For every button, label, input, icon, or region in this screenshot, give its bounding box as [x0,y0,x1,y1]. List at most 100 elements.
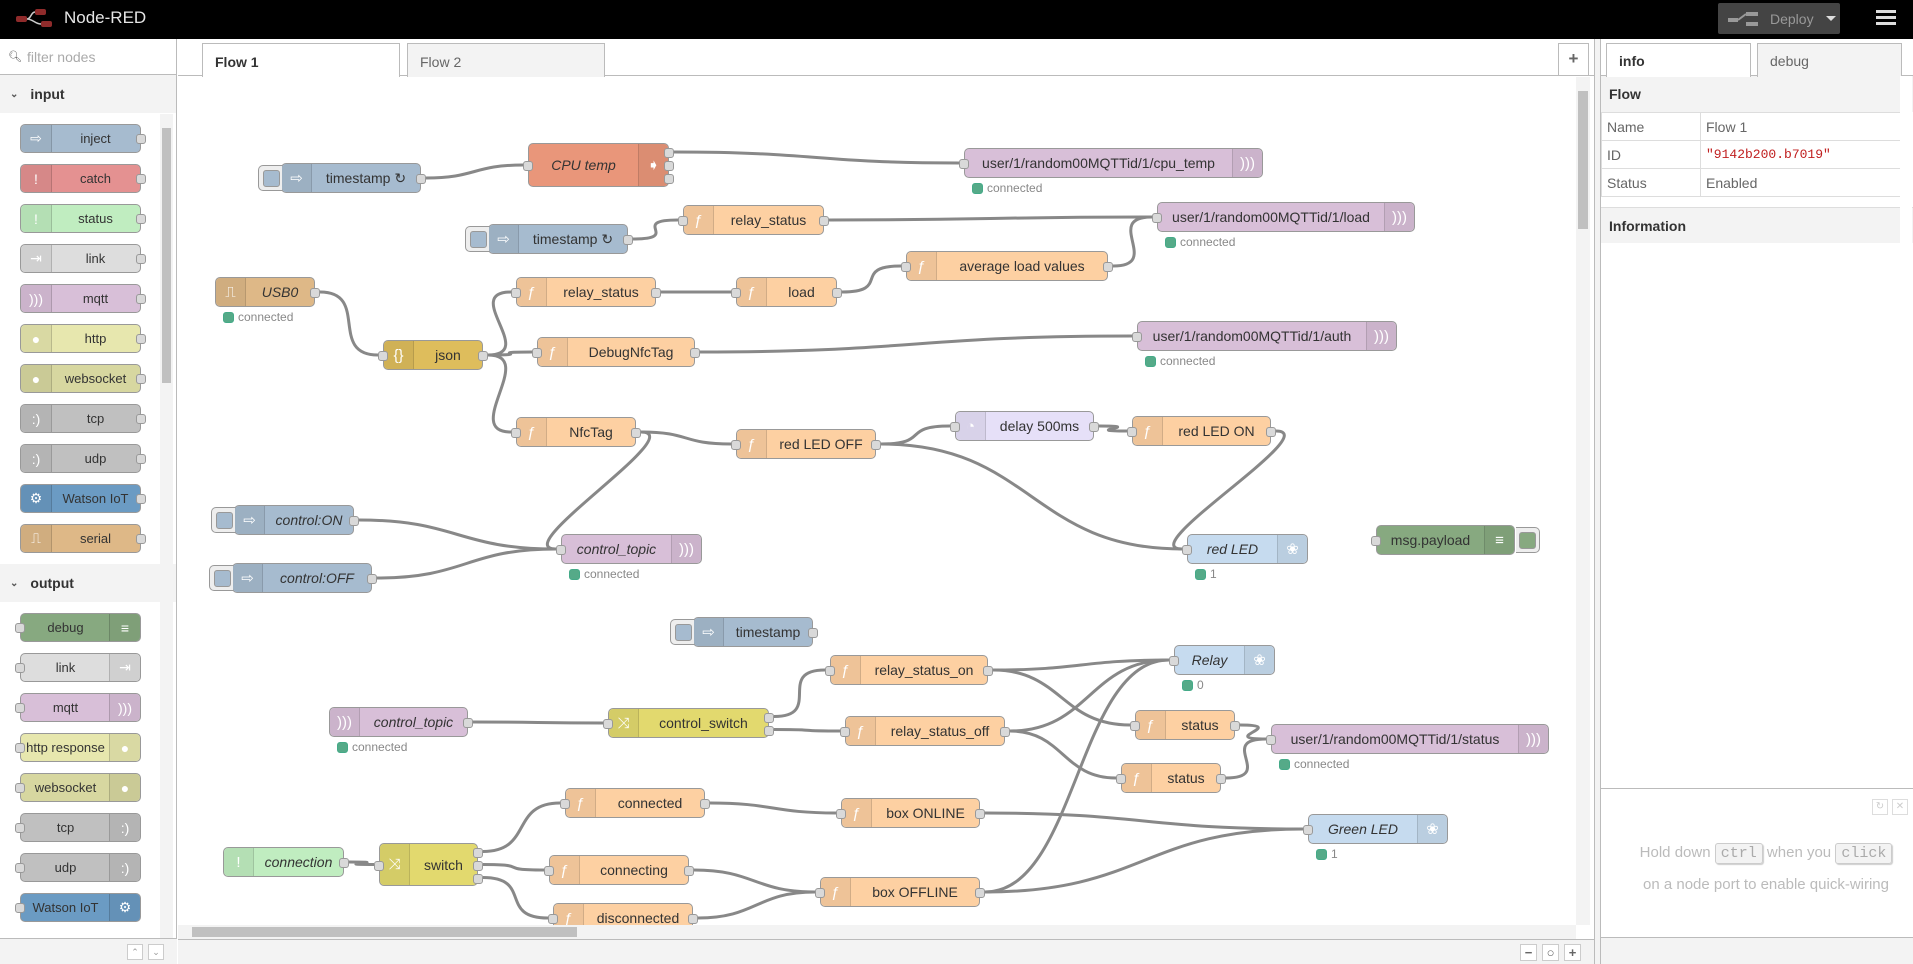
canvas-vertical-scrollbar[interactable] [1576,77,1590,925]
wire[interactable] [487,353,512,434]
output-port[interactable] [463,718,473,728]
port[interactable] [136,414,146,424]
flow-node-exec[interactable]: ➧ CPU temp [523,143,674,187]
zoom-reset-button[interactable]: ○ [1542,944,1559,961]
wire[interactable] [841,264,902,294]
wire[interactable] [348,860,375,866]
palette-node-udp[interactable]: :) udp [20,444,146,473]
palette-category-input[interactable]: ⌄ input [0,75,176,113]
flow-node-json[interactable]: {} json [378,340,488,370]
close-icon[interactable]: ✕ [1892,799,1908,815]
input-port[interactable] [1182,545,1192,555]
chevron-down-icon[interactable] [1825,16,1836,21]
output-port[interactable] [664,148,674,158]
input-port[interactable] [1132,332,1142,342]
input-port[interactable] [1303,825,1313,835]
wire[interactable] [1112,215,1153,268]
zoom-out-button[interactable]: − [1520,944,1537,961]
port[interactable] [136,334,146,344]
input-port[interactable] [731,440,741,450]
output-port[interactable] [349,516,359,526]
filter-nodes-input[interactable]: 🔍︎ filter nodes [0,39,176,75]
wire[interactable] [880,442,1183,551]
flow-node-function[interactable]: ƒ red LED ON [1127,416,1276,446]
palette-node-mqtt[interactable]: ))) mqtt [20,284,146,313]
flow-node-function[interactable]: ƒ status [1130,710,1240,740]
flow-node-rpi-out[interactable]: ❀ Relay [1169,645,1275,675]
palette-category-output[interactable]: ⌄ output [0,564,176,602]
wire[interactable] [1172,429,1286,551]
flow-node-function[interactable]: ƒ relay_status_on [825,655,993,685]
output-port[interactable] [416,174,426,184]
flow-node-inject[interactable]: ⇨ timestamp ↻ [465,224,633,254]
flow-node-switch[interactable]: ⤨ control_switch [603,708,774,738]
flow-node-function[interactable]: ƒ relay_status_off [840,716,1010,746]
palette-node-http[interactable]: ● http [20,324,146,353]
output-port[interactable] [764,712,774,723]
port[interactable] [15,743,25,753]
flow-node-mqtt-out[interactable]: ))) user/1/random00MQTTid/1/load [1152,202,1415,232]
output-port[interactable] [975,888,985,898]
wire[interactable] [709,801,837,815]
wire[interactable] [699,334,1133,354]
input-port[interactable] [548,914,558,924]
palette-node-inject[interactable]: ⇨ inject [20,124,146,153]
wire[interactable] [358,518,557,551]
output-port[interactable] [473,860,483,871]
output-port[interactable] [1089,422,1099,432]
flow-node-function[interactable]: ƒ disconnected [548,903,698,927]
flow-canvas[interactable]: ⇨ timestamp ↻ ➧ CPU temp ))) user/1/random00M… [178,77,1594,927]
flow-node-function[interactable]: ƒ average load values [901,251,1113,281]
tab-info[interactable]: info [1606,43,1751,77]
palette-node-udp[interactable]: :) udp [15,853,141,882]
output-port[interactable] [631,428,641,438]
wire[interactable] [1009,729,1117,780]
wire[interactable] [773,728,841,733]
port[interactable] [136,374,146,384]
flow-node-function[interactable]: ƒ box ONLINE [836,798,985,828]
port[interactable] [15,903,25,913]
palette-node-catch[interactable]: ! catch [20,164,146,193]
port[interactable] [15,623,25,633]
input-port[interactable] [950,422,960,432]
flow-node-serial-in[interactable]: ⎍ USB0 [215,277,320,307]
wire[interactable] [487,290,512,357]
zoom-in-button[interactable]: + [1564,944,1581,961]
palette-node-http-response[interactable]: ● http response [15,733,141,762]
output-port[interactable] [688,914,698,924]
input-port[interactable] [901,262,911,272]
wire[interactable] [425,163,524,180]
flow-node-function[interactable]: ƒ box OFFLINE [815,877,985,907]
flow-node-function[interactable]: ƒ relay_status [511,277,661,307]
input-port[interactable] [378,351,388,361]
flow-node-function[interactable]: ƒ load [731,277,842,307]
flow-node-switch[interactable]: ⤨ switch [374,843,483,886]
refresh-tip-icon[interactable]: ↻ [1872,799,1888,815]
wire[interactable] [773,668,826,718]
wire[interactable] [880,424,951,446]
port[interactable] [136,134,146,144]
add-tab-button[interactable]: + [1558,43,1589,75]
wire[interactable] [640,430,732,446]
flow-node-status[interactable]: ! connection [223,847,349,877]
flow-node-function[interactable]: ƒ connecting [544,855,694,885]
wire[interactable] [482,876,549,920]
output-port[interactable] [310,288,320,298]
output-port[interactable] [367,574,377,584]
wire[interactable] [482,801,561,853]
port[interactable] [15,703,25,713]
palette-node-tcp[interactable]: :) tcp [20,404,146,433]
output-port[interactable] [871,440,881,450]
output-port[interactable] [690,348,700,358]
port[interactable] [15,863,25,873]
palette-node-link[interactable]: ⇥ link [20,244,146,273]
output-port[interactable] [975,809,985,819]
palette-node-mqtt[interactable]: ))) mqtt [15,693,141,722]
flow-node-inject[interactable]: ⇨ control:OFF [209,563,377,593]
flow-node-function[interactable]: ƒ relay_status [678,205,829,235]
output-port[interactable] [651,288,661,298]
palette-node-status[interactable]: ! status [20,204,146,233]
port[interactable] [136,494,146,504]
output-port[interactable] [983,666,993,676]
output-port[interactable] [1103,262,1113,272]
